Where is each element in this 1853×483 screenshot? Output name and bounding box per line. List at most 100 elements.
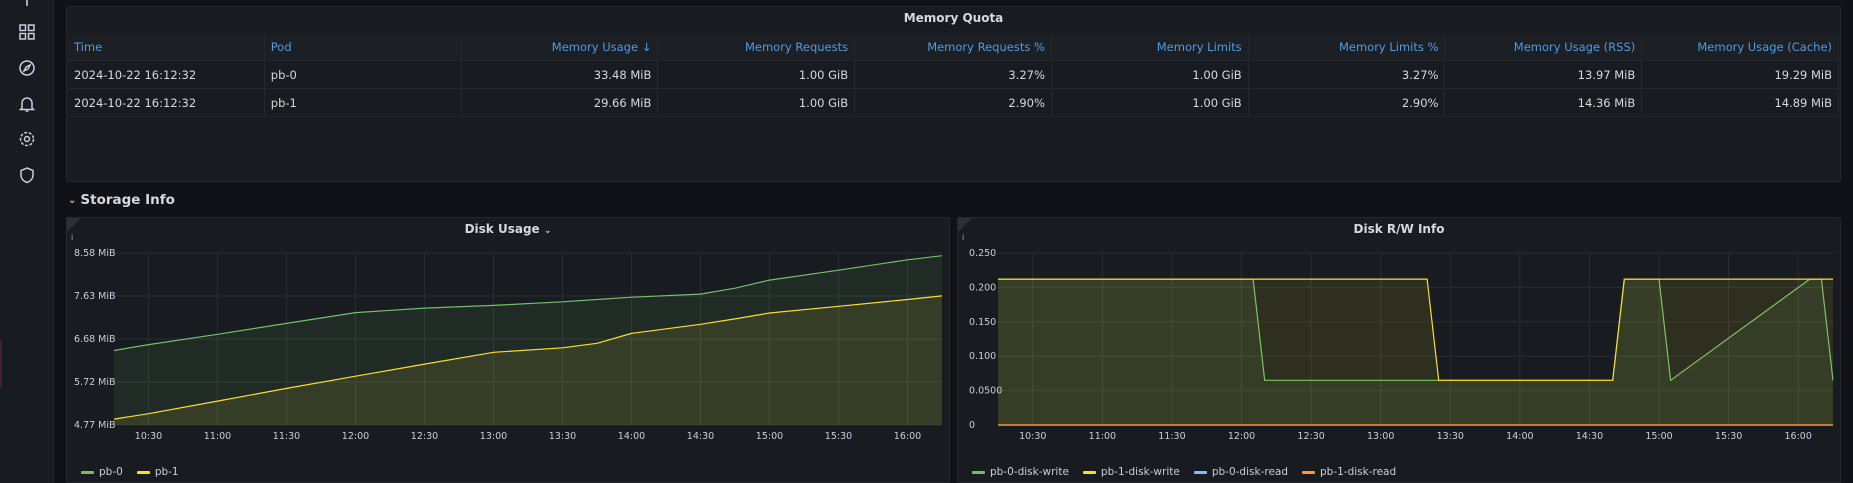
disk-rw-chart: 0 0.0500 0.100 0.150 0.200 0.250 10:30 11:00 11:… bbox=[969, 248, 1834, 442]
table-cell: 14.36 MiB bbox=[1445, 89, 1643, 116]
disk-usage-chart: 4.77 MiB 5.72 MiB 6.68 MiB 7.63 MiB 8.58 MiB… bbox=[74, 248, 943, 442]
configuration-icon[interactable] bbox=[18, 130, 36, 148]
y-tick-label: 4.77 MiB bbox=[74, 420, 116, 431]
row-storage-info[interactable]: ⌄ Storage Info bbox=[68, 192, 175, 208]
explore-icon[interactable] bbox=[18, 59, 36, 77]
table-cell: 2024-10-22 16:12:32 bbox=[68, 89, 265, 116]
column-header-pod[interactable]: Pod bbox=[265, 34, 462, 60]
x-tick-label: 12:30 bbox=[1297, 431, 1324, 442]
y-tick-label: 6.68 MiB bbox=[74, 334, 116, 345]
memory-quota-table: Time Pod Memory Usage ↓ Memory Requests … bbox=[68, 34, 1840, 117]
legend-label: pb-0-disk-write bbox=[990, 466, 1069, 478]
y-tick-label: 0.150 bbox=[969, 317, 996, 328]
side-menu bbox=[0, 0, 54, 483]
x-tick-label: 16:00 bbox=[894, 431, 921, 442]
side-menu-edge bbox=[0, 340, 2, 388]
table-cell: 1.00 GiB bbox=[658, 61, 856, 88]
x-tick-label: 14:30 bbox=[687, 431, 714, 442]
legend-label: pb-0-disk-read bbox=[1211, 466, 1288, 478]
y-tick-label: 0.0500 bbox=[969, 386, 1002, 397]
panel-title[interactable]: Disk R/W Info bbox=[958, 222, 1840, 236]
x-tick-label: 10:30 bbox=[1019, 431, 1046, 442]
table-header-row: Time Pod Memory Usage ↓ Memory Requests … bbox=[68, 34, 1840, 61]
sort-desc-icon: ↓ bbox=[641, 40, 652, 54]
y-tick-label: 0.100 bbox=[969, 351, 996, 362]
legend-swatch bbox=[972, 470, 985, 474]
series-area-pb-1-disk-write bbox=[998, 279, 1833, 425]
table-cell: 3.27% bbox=[855, 61, 1052, 88]
x-tick-label: 12:00 bbox=[342, 431, 369, 442]
dashboards-icon[interactable] bbox=[18, 23, 36, 41]
x-tick-label: 14:00 bbox=[618, 431, 645, 442]
legend-swatch bbox=[1193, 470, 1207, 474]
x-tick-label: 15:00 bbox=[1645, 431, 1672, 442]
row-title: Storage Info bbox=[80, 192, 175, 208]
column-header-time[interactable]: Time bbox=[68, 34, 265, 60]
x-tick-label: 13:30 bbox=[549, 431, 576, 442]
x-tick-label: 11:00 bbox=[1089, 431, 1116, 442]
legend: pb-0-disk-write pb-1-disk-write pb-0-disk-… bbox=[972, 466, 1396, 478]
x-tick-label: 13:00 bbox=[480, 431, 507, 442]
column-header-memory-usage-cache[interactable]: Memory Usage (Cache) bbox=[1642, 34, 1840, 60]
legend: pb-0 pb-1 bbox=[81, 466, 179, 478]
legend-label: pb-1-disk-write bbox=[1100, 466, 1180, 478]
column-header-memory-limits-pct[interactable]: Memory Limits % bbox=[1249, 34, 1446, 60]
table-cell: 1.00 GiB bbox=[1052, 61, 1249, 88]
table-row: 2024-10-22 16:12:32 pb-0 33.48 MiB 1.00 … bbox=[68, 61, 1840, 89]
x-tick-label: 13:30 bbox=[1437, 431, 1464, 442]
server-admin-icon[interactable] bbox=[18, 166, 36, 184]
legend-swatch bbox=[1082, 470, 1096, 474]
legend-item-pb-1-disk-write[interactable]: pb-1-disk-write bbox=[1082, 466, 1180, 478]
x-tick-label: 16:00 bbox=[1785, 431, 1812, 442]
table-cell: 13.97 MiB bbox=[1445, 61, 1643, 88]
disk-rw-panel: i Disk R/W Info 0 0.0500 0.100 0.150 0.200 0.… bbox=[957, 217, 1841, 483]
x-tick-label: 15:30 bbox=[825, 431, 852, 442]
y-tick-label: 5.72 MiB bbox=[74, 377, 116, 388]
column-header-memory-usage[interactable]: Memory Usage ↓ bbox=[462, 34, 659, 60]
x-tick-label: 10:30 bbox=[135, 431, 162, 442]
legend-item-pb-0-disk-read[interactable]: pb-0-disk-read bbox=[1193, 466, 1288, 478]
x-tick-label: 12:00 bbox=[1228, 431, 1255, 442]
memory-quota-panel: Memory Quota Time Pod Memory Usage ↓ Mem… bbox=[66, 6, 1841, 182]
table-row: 2024-10-22 16:12:32 pb-1 29.66 MiB 1.00 … bbox=[68, 89, 1840, 117]
legend-item-pb-0[interactable]: pb-0 bbox=[81, 466, 123, 478]
x-tick-label: 11:30 bbox=[1158, 431, 1185, 442]
x-tick-label: 11:00 bbox=[204, 431, 231, 442]
legend-label: pb-0 bbox=[99, 466, 123, 478]
panel-title[interactable]: Disk Usage ⌄ bbox=[67, 222, 949, 236]
x-tick-label: 14:00 bbox=[1506, 431, 1533, 442]
disk-usage-panel: i Disk Usage ⌄ 4.77 MiB 5.72 MiB 6.68 MiB 7… bbox=[66, 217, 950, 483]
chevron-down-icon: ⌄ bbox=[68, 194, 77, 206]
table-cell: 19.29 MiB bbox=[1642, 61, 1840, 88]
table-cell: 2024-10-22 16:12:32 bbox=[68, 61, 265, 88]
legend-label: pb-1 bbox=[154, 466, 179, 478]
plus-icon[interactable] bbox=[18, 0, 36, 8]
legend-item-pb-1-disk-read[interactable]: pb-1-disk-read bbox=[1302, 466, 1396, 478]
table-cell: 1.00 GiB bbox=[1052, 89, 1249, 116]
column-header-memory-usage-rss[interactable]: Memory Usage (RSS) bbox=[1445, 34, 1643, 60]
table-cell: 33.48 MiB bbox=[462, 61, 659, 88]
table-cell: pb-1 bbox=[265, 89, 462, 116]
table-cell: 1.00 GiB bbox=[658, 89, 856, 116]
y-tick-label: 0.250 bbox=[969, 248, 996, 259]
x-tick-label: 13:00 bbox=[1367, 431, 1394, 442]
legend-item-pb-0-disk-write[interactable]: pb-0-disk-write bbox=[972, 466, 1069, 478]
table-cell: 29.66 MiB bbox=[462, 89, 659, 116]
table-cell: 14.89 MiB bbox=[1642, 89, 1840, 116]
legend-item-pb-1[interactable]: pb-1 bbox=[136, 466, 179, 478]
table-cell: 2.90% bbox=[855, 89, 1052, 116]
column-header-memory-requests[interactable]: Memory Requests bbox=[658, 34, 856, 60]
legend-swatch bbox=[136, 470, 150, 474]
alerting-icon[interactable] bbox=[18, 95, 36, 113]
column-header-memory-limits[interactable]: Memory Limits bbox=[1052, 34, 1249, 60]
table-cell: 2.90% bbox=[1249, 89, 1446, 116]
table-cell: pb-0 bbox=[265, 61, 462, 88]
y-tick-label: 8.58 MiB bbox=[74, 248, 116, 259]
x-tick-label: 11:30 bbox=[273, 431, 300, 442]
y-tick-label: 0 bbox=[969, 420, 975, 431]
x-tick-label: 12:30 bbox=[411, 431, 438, 442]
column-header-memory-requests-pct[interactable]: Memory Requests % bbox=[855, 34, 1052, 60]
panel-title: Memory Quota bbox=[903, 11, 1004, 25]
legend-swatch bbox=[1302, 470, 1315, 474]
y-tick-label: 0.200 bbox=[969, 282, 996, 293]
